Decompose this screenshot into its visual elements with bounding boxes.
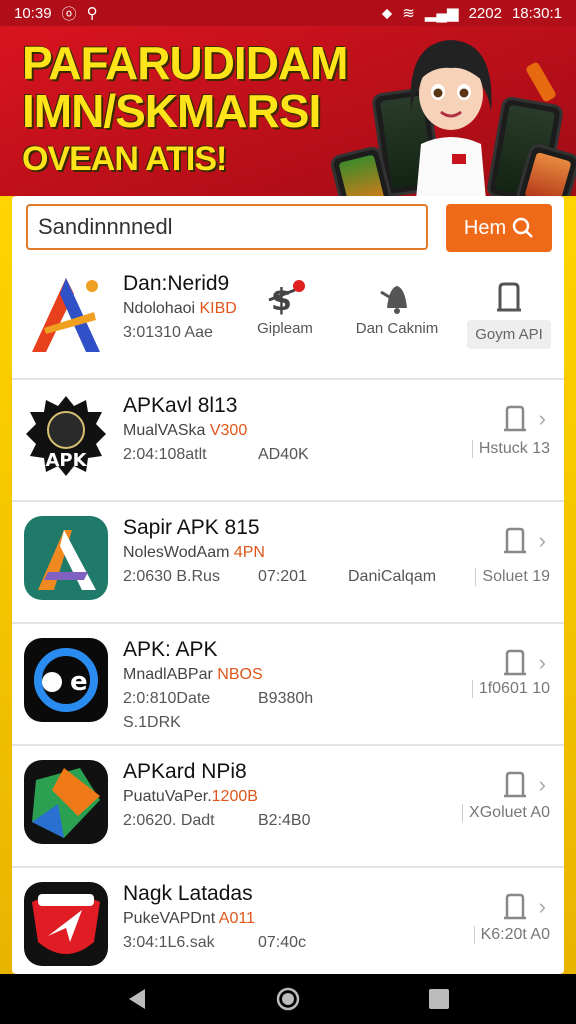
app-icon (24, 882, 108, 966)
system-nav-bar (0, 974, 576, 1024)
featured-actions: $ Gipleam Dan Caknim Goym API (242, 276, 552, 349)
search-input[interactable]: Sandinnnnedl (26, 204, 428, 250)
svg-text:APK: APK (45, 450, 87, 471)
bookmark-icon[interactable] (503, 648, 527, 678)
app-icon: e (24, 638, 108, 722)
app-name: APKavl 8l13 (123, 394, 238, 417)
app-icon: APK (24, 394, 108, 478)
side-stripe (562, 196, 576, 976)
notify-label: Dan Caknim (355, 320, 439, 337)
app-row[interactable]: Sapir APK 815 NolesWodAam 4PN 2:0630 B.R… (12, 502, 564, 624)
location-icon: ⬥ (381, 4, 393, 22)
banner-title-line1: PAFARUDIDAM (22, 37, 348, 89)
app-subtitle: NolesWodAam 4PN (123, 544, 265, 561)
notification-icon: ⓞ (61, 5, 77, 23)
app-date: 2:0620. Dadt (123, 812, 215, 829)
app-category: DaniCalqam (348, 568, 437, 585)
save-button[interactable]: Goym API (466, 276, 552, 349)
row-actions: › (503, 770, 546, 800)
app-icon (24, 760, 108, 844)
chevron-right-icon[interactable]: › (539, 528, 546, 554)
app-status: Hstuck 13 (471, 440, 550, 458)
svg-text:$: $ (271, 283, 292, 318)
row-actions: › (503, 404, 546, 434)
featured-app-row[interactable]: Dan:Nerid9 Ndolohaoi KIBD 3:01310 Aae $ … (12, 258, 564, 380)
price-button[interactable]: $ Gipleam (242, 276, 328, 349)
decor-shape (524, 61, 558, 103)
app-size: 07:40c (258, 934, 307, 951)
app-subtitle: Ndolohaoi KIBD (123, 300, 237, 317)
app-status: K6:20t A0 (473, 926, 550, 944)
app-icon (24, 272, 108, 356)
row-actions: › (503, 526, 546, 556)
wifi-icon: ≋ (402, 5, 415, 22)
app-size: AD40K (258, 446, 309, 463)
app-subtitle: PukeVAPDnt A011 (123, 910, 255, 927)
bookmark-icon[interactable] (503, 404, 527, 434)
app-size: B9380h (258, 690, 314, 707)
app-row[interactable]: e APK: APK MnadlABPar NBOS 2:0:810Date S… (12, 624, 564, 746)
app-name: Sapir APK 815 (123, 516, 260, 539)
search-icon (512, 217, 533, 238)
app-status: Soluet 19 (475, 568, 550, 586)
app-name: Dan:Nerid9 (123, 272, 230, 295)
usb-icon: ⚲ (86, 5, 98, 22)
chevron-right-icon[interactable]: › (539, 650, 546, 676)
status-bar: 10:39 ⓞ ⚲ ⬥ ≋ ▂▄▆ 2202 18:30:1 (0, 0, 576, 26)
bell-icon (380, 286, 407, 314)
app-date: 2:04:108atlt (123, 446, 207, 463)
app-status: XGoluet A0 (462, 804, 550, 822)
banner-title-line2: IMN/SKMARSI (22, 85, 321, 137)
app-icon (24, 516, 108, 600)
search-bar: Sandinnnnedl Hem (26, 204, 552, 252)
app-date: 3:04:1L6.sak (123, 934, 215, 951)
mascot-illustration (410, 40, 492, 196)
banner-title-line3: OVEAN ATIS! (22, 140, 227, 178)
app-size: B2:4B0 (258, 812, 311, 829)
save-label: Goym API (467, 320, 551, 349)
bookmark-icon[interactable] (503, 770, 527, 800)
svg-text:e: e (70, 667, 88, 697)
price-label: Gipleam (257, 320, 313, 337)
status-time-right: 18:30:1 (511, 4, 562, 22)
app-meta: 3:01310 Aae (123, 324, 213, 341)
promo-banner[interactable]: PAFARUDIDAM IMN/SKMARSI OVEAN ATIS! (0, 26, 576, 196)
app-name: APKard NPi8 (123, 760, 247, 783)
status-carrier: 2202 (468, 4, 502, 22)
bookmark-icon[interactable] (503, 526, 527, 556)
price-icon: $ (268, 280, 305, 318)
bookmark-icon (497, 282, 521, 312)
app-status: 1f0601 10 (471, 680, 550, 698)
chevron-right-icon[interactable]: › (539, 894, 546, 920)
status-time-left: 10:39 (14, 4, 52, 22)
search-button[interactable]: Hem (446, 204, 552, 252)
app-row[interactable]: Nagk Latadas PukeVAPDnt A011 3:04:1L6.sa… (12, 868, 564, 974)
recents-icon[interactable] (426, 986, 452, 1012)
row-actions: › (503, 892, 546, 922)
bookmark-icon[interactable] (503, 892, 527, 922)
app-extra: S.1DRK (123, 714, 181, 731)
app-subtitle: MnadlABPar NBOS (123, 666, 263, 683)
app-row[interactable]: APKard NPi8 PuatuVaPer.1200B 2:0620. Dad… (12, 746, 564, 868)
app-subtitle: PuatuVaPer.1200B (123, 788, 258, 805)
app-size: 07:201 (258, 568, 307, 585)
search-button-label: Hem (463, 216, 507, 239)
app-row[interactable]: APK APKavl 8l13 MualVASka V300 2:04:108a… (12, 380, 564, 502)
app-date: 2:0630 B.Rus (123, 568, 220, 585)
row-actions: › (503, 648, 546, 678)
signal-icon: ▂▄▆ (424, 5, 459, 22)
app-name: APK: APK (123, 638, 218, 661)
notify-button[interactable]: Dan Caknim (354, 276, 440, 349)
app-subtitle: MualVASka V300 (123, 422, 248, 439)
back-icon[interactable] (125, 986, 151, 1012)
app-list-card: Sandinnnnedl Hem Dan:Nerid9 Ndolohaoi KI… (12, 196, 564, 974)
chevron-right-icon[interactable]: › (539, 772, 546, 798)
home-icon[interactable] (275, 986, 301, 1012)
chevron-right-icon[interactable]: › (539, 406, 546, 432)
app-date: 2:0:810Date (123, 690, 211, 707)
app-name: Nagk Latadas (123, 882, 253, 905)
